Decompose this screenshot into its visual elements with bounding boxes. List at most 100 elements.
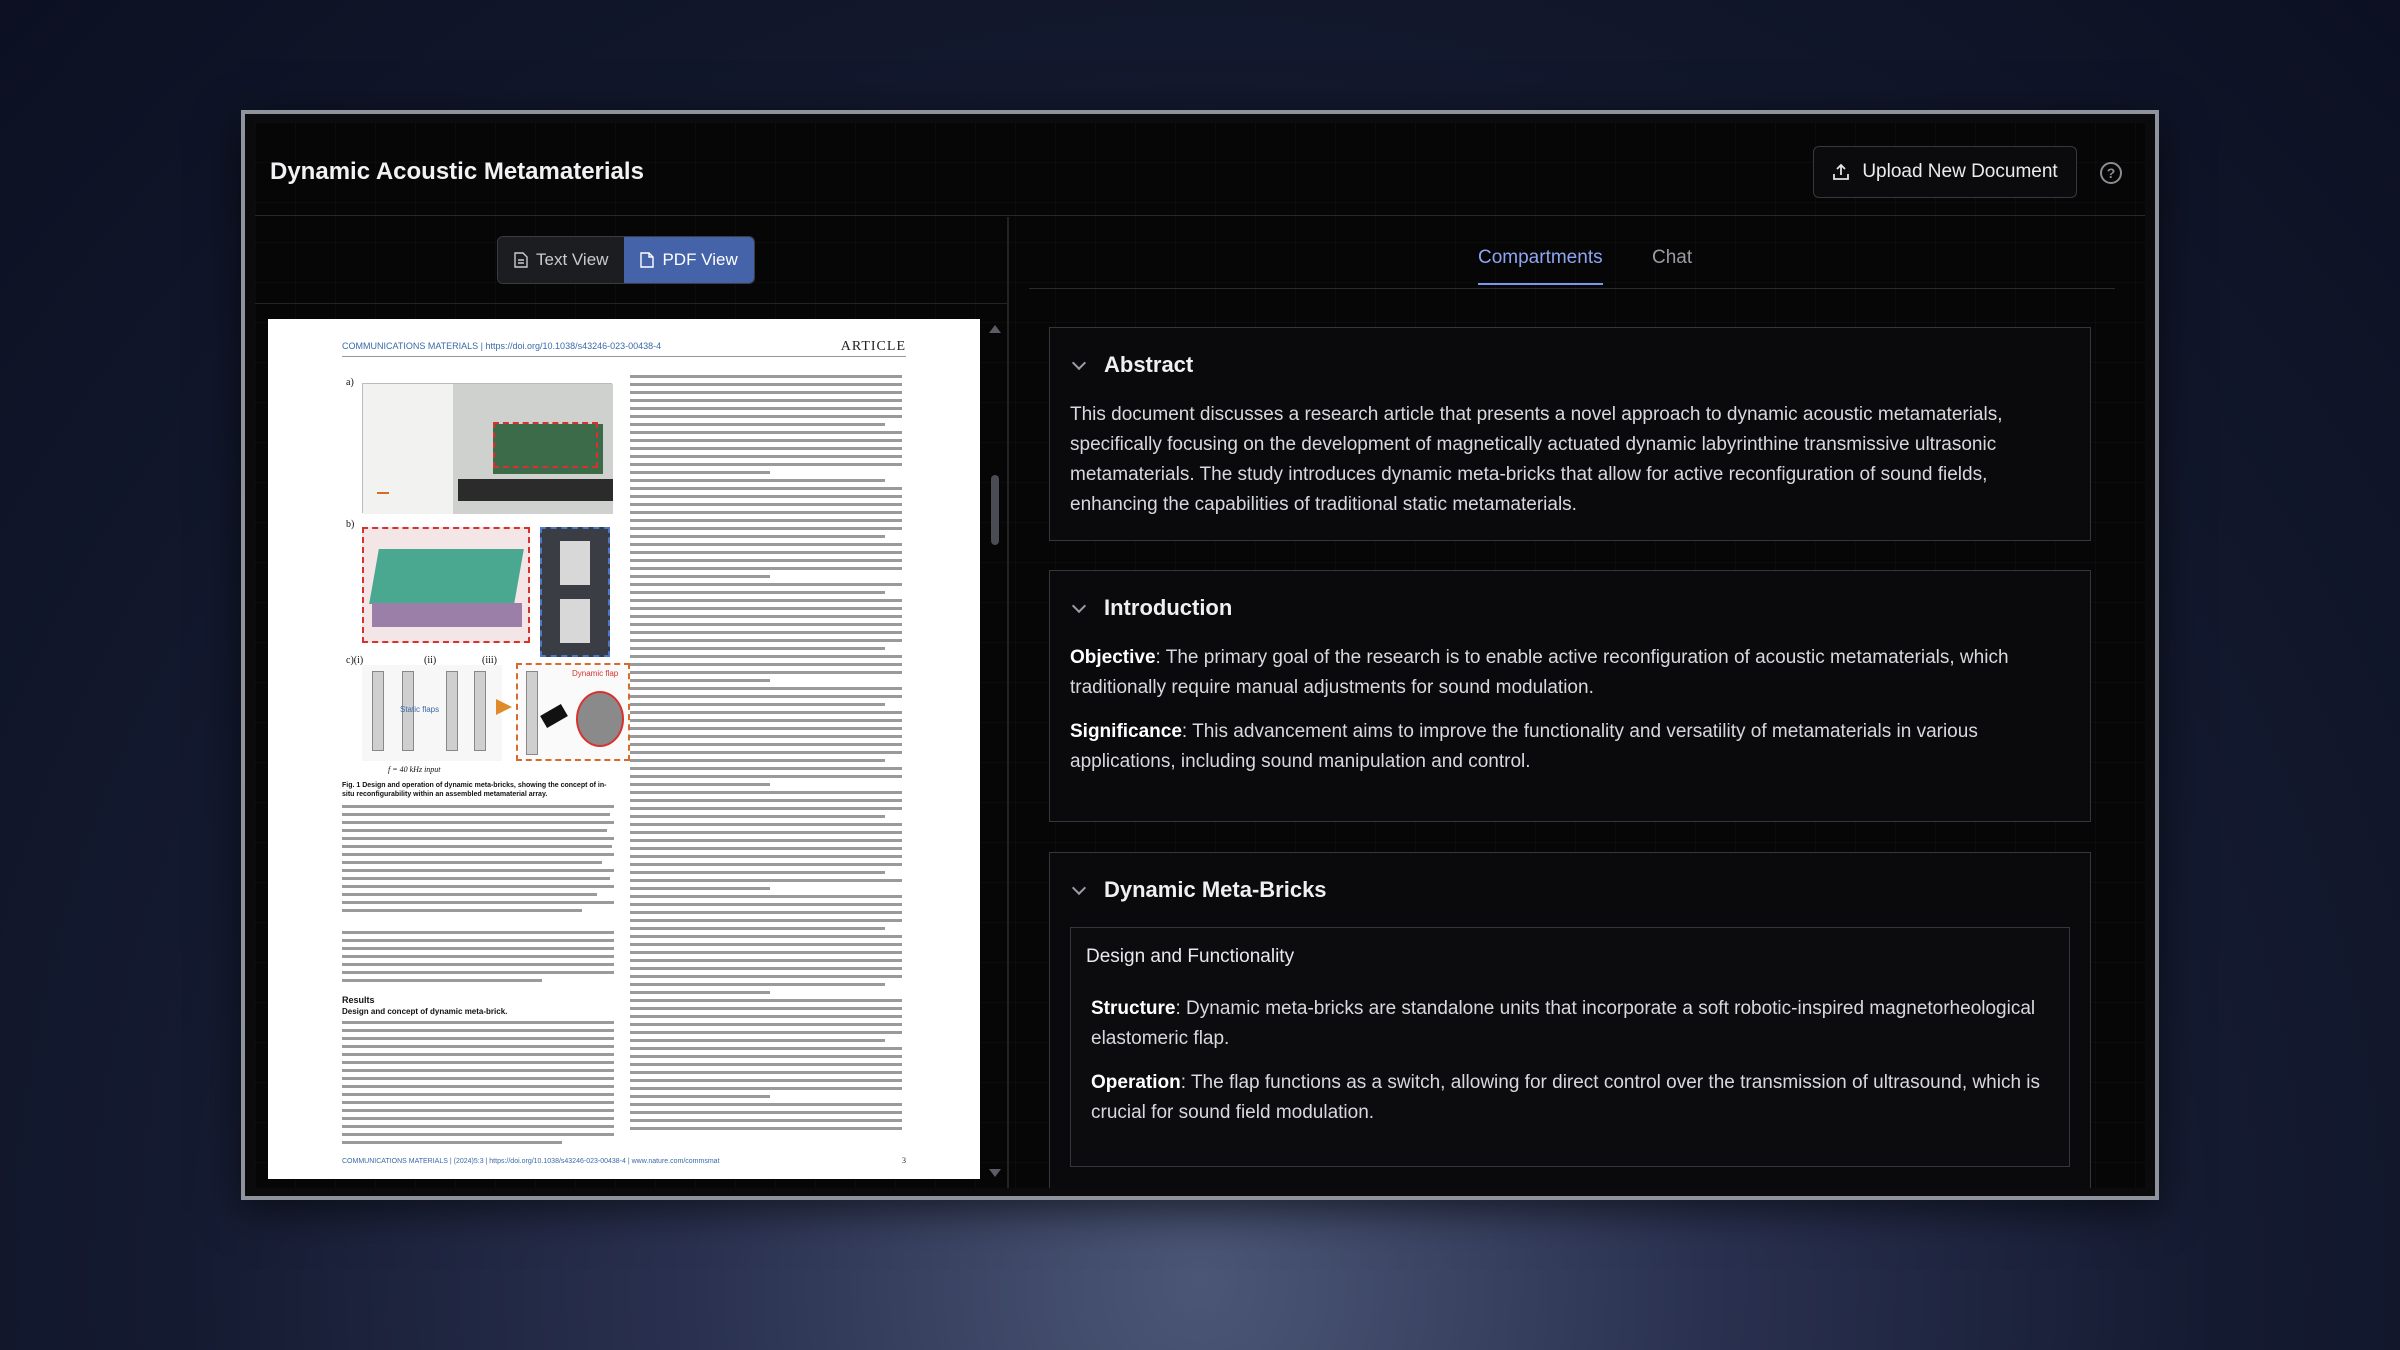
operation-text: : The flap functions as a switch, allowi… <box>1091 1072 2041 1123</box>
document-icon <box>514 252 528 268</box>
upload-icon <box>1833 163 1850 180</box>
body-line <box>630 375 902 378</box>
body-line <box>630 1023 902 1026</box>
pdf-article-label: ARTICLE <box>840 339 906 354</box>
body-line <box>342 971 614 974</box>
body-line <box>630 975 902 978</box>
body-line <box>630 527 902 530</box>
body-line <box>630 735 902 738</box>
body-line <box>630 1063 902 1066</box>
body-line <box>630 623 902 626</box>
body-line <box>630 815 885 818</box>
app-container: Dynamic Acoustic Metamaterials Upload Ne… <box>255 122 2145 1188</box>
pdf-page-header: COMMUNICATIONS MATERIALS | https://doi.o… <box>342 339 906 357</box>
section-title-meta-bricks[interactable]: Dynamic Meta-Bricks <box>1104 877 1327 903</box>
pdf-scroll-up-arrow[interactable] <box>989 325 1001 333</box>
tab-compartments[interactable]: Compartments <box>1478 247 1603 285</box>
body-line <box>630 751 902 754</box>
body-line <box>342 1133 614 1136</box>
section-title-abstract[interactable]: Abstract <box>1104 352 1193 378</box>
caption-line <box>342 813 610 816</box>
body-line <box>630 847 902 850</box>
body-line <box>630 519 902 522</box>
body-line <box>630 879 902 882</box>
body-line <box>630 1031 902 1034</box>
significance-paragraph: Significance: This advancement aims to i… <box>1070 717 2070 777</box>
toolbar-divider <box>255 303 1007 304</box>
caption-line <box>342 821 614 824</box>
body-line <box>630 439 902 442</box>
chevron-down-icon[interactable] <box>1071 598 1087 614</box>
body-line <box>630 415 902 418</box>
section-title-introduction[interactable]: Introduction <box>1104 595 1232 621</box>
body-line <box>342 1109 614 1112</box>
body-line <box>630 839 902 842</box>
pdf-page-number: 3 <box>902 1156 906 1165</box>
body-line <box>630 959 902 962</box>
results-subheading: Design and concept of dynamic meta-brick… <box>342 1007 508 1016</box>
body-line <box>342 1021 614 1024</box>
pdf-scroll-down-arrow[interactable] <box>989 1169 1001 1177</box>
body-line <box>630 655 902 658</box>
upload-new-document-button[interactable]: Upload New Document <box>1813 146 2077 198</box>
pdf-scrollbar-thumb[interactable] <box>991 475 999 545</box>
body-line <box>630 783 770 786</box>
body-line <box>630 455 902 458</box>
section-card-meta-bricks: Dynamic Meta-Bricks Design and Functiona… <box>1049 852 2091 1188</box>
body-line <box>630 943 902 946</box>
help-icon[interactable]: ? <box>2100 162 2122 184</box>
chevron-down-icon[interactable] <box>1071 880 1087 896</box>
body-line <box>630 399 902 402</box>
fig-label-a: a) <box>346 377 354 388</box>
body-line <box>630 911 902 914</box>
body-line <box>630 559 902 562</box>
body-line <box>630 615 902 618</box>
body-line <box>630 543 902 546</box>
body-line <box>630 823 902 826</box>
objective-text: : The primary goal of the research is to… <box>1070 647 2009 698</box>
objective-label: Objective <box>1070 647 1156 668</box>
body-line <box>630 1095 770 1098</box>
section-card-abstract: Abstract This document discusses a resea… <box>1049 327 2091 541</box>
abstract-text: This document discusses a research artic… <box>1070 404 2003 515</box>
tab-chat[interactable]: Chat <box>1652 247 1692 283</box>
body-line <box>630 983 885 986</box>
caption-line <box>342 861 602 864</box>
section-card-introduction: Introduction Objective: The primary goal… <box>1049 570 2091 822</box>
app-window: Dynamic Acoustic Metamaterials Upload Ne… <box>241 110 2159 1200</box>
body-line <box>342 1077 614 1080</box>
body-line <box>630 1039 885 1042</box>
text-view-button[interactable]: Text View <box>498 237 625 283</box>
body-line <box>630 639 902 642</box>
body-line <box>630 383 902 386</box>
caption-line <box>342 909 582 912</box>
subsection-card-design: Design and Functionality Structure: Dyna… <box>1070 927 2070 1167</box>
body-line <box>630 631 902 634</box>
body-line <box>630 583 902 586</box>
body-line <box>630 991 770 994</box>
pdf-view-button[interactable]: PDF View <box>624 237 754 283</box>
body-line <box>630 999 902 1002</box>
body-line <box>630 727 902 730</box>
subsection-title-design[interactable]: Design and Functionality <box>1086 946 1294 968</box>
figure-panel-b-array <box>362 527 530 643</box>
body-line <box>630 767 902 770</box>
chevron-down-icon[interactable] <box>1071 355 1087 371</box>
body-line <box>630 831 902 834</box>
significance-label: Significance <box>1070 721 1182 742</box>
figure-caption-title: Fig. 1 Design and operation of dynamic m… <box>342 782 607 798</box>
dynamic-flap-label: Dynamic flap <box>572 669 619 678</box>
caption-line <box>342 845 612 848</box>
figure-arrow <box>496 699 512 715</box>
body-line <box>342 1117 614 1120</box>
pdf-view-label: PDF View <box>662 250 738 269</box>
body-line <box>342 1069 614 1072</box>
body-line <box>342 1085 614 1088</box>
pdf-page[interactable]: COMMUNICATIONS MATERIALS | https://doi.o… <box>268 319 980 1179</box>
body-line <box>342 1029 614 1032</box>
operation-label: Operation <box>1091 1072 1181 1093</box>
body-line <box>342 1045 614 1048</box>
body-line <box>630 1087 902 1090</box>
body-line <box>630 1055 902 1058</box>
body-line <box>342 939 614 942</box>
